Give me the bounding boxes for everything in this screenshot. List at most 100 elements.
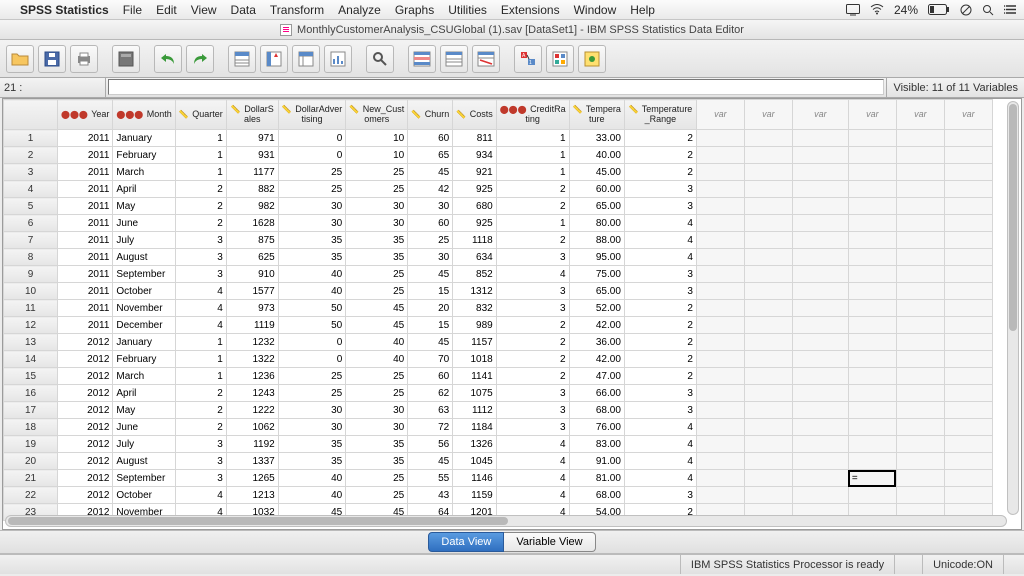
cell[interactable] <box>696 181 744 198</box>
variables-button[interactable] <box>292 45 320 73</box>
cell[interactable] <box>792 198 848 215</box>
redo-button[interactable] <box>186 45 214 73</box>
cell[interactable]: 2012 <box>58 385 113 402</box>
app-name[interactable]: SPSS Statistics <box>20 3 109 17</box>
column-header[interactable]: ⬤⬤⬤ Year <box>58 100 113 130</box>
cell[interactable]: 30 <box>408 198 453 215</box>
cell[interactable] <box>896 198 944 215</box>
cell[interactable] <box>848 385 896 402</box>
cell[interactable] <box>792 215 848 232</box>
cell[interactable]: 875 <box>226 232 278 249</box>
cell[interactable] <box>696 436 744 453</box>
cell[interactable]: 62 <box>408 385 453 402</box>
cell[interactable]: 2 <box>624 130 696 147</box>
formula-bar[interactable] <box>108 79 884 95</box>
cell[interactable]: 4 <box>624 436 696 453</box>
cell[interactable]: 1 <box>175 334 226 351</box>
column-header[interactable]: 📏 New_Customers <box>346 100 408 130</box>
menu-help[interactable]: Help <box>630 3 655 17</box>
cell[interactable] <box>744 232 792 249</box>
cell[interactable]: April <box>113 385 175 402</box>
menu-edit[interactable]: Edit <box>156 3 177 17</box>
cell[interactable]: 1 <box>175 130 226 147</box>
cell[interactable] <box>792 147 848 164</box>
menu-list-icon[interactable] <box>1004 4 1018 15</box>
cell[interactable]: June <box>113 419 175 436</box>
cell[interactable]: 2012 <box>58 470 113 487</box>
cell[interactable]: 60.00 <box>569 181 624 198</box>
cell[interactable]: 60 <box>408 368 453 385</box>
cell[interactable] <box>848 130 896 147</box>
data-grid[interactable]: ⬤⬤⬤ Year⬤⬤⬤ Month📏 Quarter📏 DollarSales📏… <box>2 98 1022 530</box>
menu-window[interactable]: Window <box>574 3 617 17</box>
cell[interactable]: 0 <box>278 147 346 164</box>
cell[interactable]: 40 <box>278 470 346 487</box>
cell[interactable] <box>696 419 744 436</box>
column-header[interactable]: var <box>792 100 848 130</box>
cell[interactable]: 3 <box>624 266 696 283</box>
cell[interactable]: 45 <box>408 453 453 470</box>
cell[interactable]: 2 <box>624 300 696 317</box>
cell[interactable]: July <box>113 232 175 249</box>
cell[interactable] <box>848 249 896 266</box>
cell[interactable] <box>848 402 896 419</box>
cell[interactable]: 1157 <box>453 334 496 351</box>
cell[interactable]: 3 <box>624 181 696 198</box>
cell[interactable]: 3 <box>175 470 226 487</box>
cell[interactable]: 2 <box>496 334 569 351</box>
cell[interactable]: 55 <box>408 470 453 487</box>
cell[interactable]: 35 <box>278 436 346 453</box>
tab-variable-view[interactable]: Variable View <box>504 532 595 552</box>
cell[interactable]: 2011 <box>58 215 113 232</box>
cell[interactable] <box>744 334 792 351</box>
cell[interactable]: 1 <box>496 147 569 164</box>
cell[interactable]: 1112 <box>453 402 496 419</box>
cell[interactable]: 2012 <box>58 334 113 351</box>
cell[interactable] <box>944 283 992 300</box>
cell[interactable]: 2 <box>496 181 569 198</box>
cell[interactable]: September <box>113 266 175 283</box>
cell[interactable]: 30 <box>346 215 408 232</box>
cell[interactable]: 88.00 <box>569 232 624 249</box>
vertical-scrollbar[interactable] <box>1007 101 1019 515</box>
cell[interactable]: 2 <box>624 317 696 334</box>
cell[interactable]: 1177 <box>226 164 278 181</box>
cell[interactable] <box>896 385 944 402</box>
cell[interactable]: 42.00 <box>569 317 624 334</box>
cell[interactable]: 25 <box>346 266 408 283</box>
cell[interactable]: 25 <box>346 470 408 487</box>
cell[interactable]: 80.00 <box>569 215 624 232</box>
cell[interactable] <box>696 487 744 504</box>
cell[interactable] <box>792 402 848 419</box>
cell[interactable]: 30 <box>346 419 408 436</box>
cell[interactable] <box>848 317 896 334</box>
cell[interactable] <box>896 164 944 181</box>
cell[interactable]: 68.00 <box>569 402 624 419</box>
cell[interactable] <box>744 130 792 147</box>
cell[interactable] <box>744 453 792 470</box>
cell[interactable] <box>848 215 896 232</box>
cell[interactable]: 832 <box>453 300 496 317</box>
cell[interactable] <box>792 130 848 147</box>
cell[interactable] <box>792 317 848 334</box>
cell[interactable] <box>792 266 848 283</box>
run-descriptives-button[interactable] <box>324 45 352 73</box>
cell[interactable] <box>696 283 744 300</box>
cell[interactable] <box>696 249 744 266</box>
cell[interactable]: 1222 <box>226 402 278 419</box>
cell[interactable]: 60 <box>408 130 453 147</box>
cell[interactable]: 2011 <box>58 164 113 181</box>
cell[interactable]: 1265 <box>226 470 278 487</box>
cell[interactable] <box>896 402 944 419</box>
cell[interactable]: 1322 <box>226 351 278 368</box>
cell[interactable]: 2 <box>624 147 696 164</box>
cell[interactable]: 68.00 <box>569 487 624 504</box>
cell[interactable]: 1628 <box>226 215 278 232</box>
goto-case-button[interactable] <box>228 45 256 73</box>
cell[interactable]: 50 <box>278 317 346 334</box>
cell[interactable]: 1119 <box>226 317 278 334</box>
cell[interactable]: 1146 <box>453 470 496 487</box>
column-header[interactable]: 📏 DollarSales <box>226 100 278 130</box>
cell[interactable]: 2 <box>496 198 569 215</box>
cell[interactable]: 25 <box>278 164 346 181</box>
